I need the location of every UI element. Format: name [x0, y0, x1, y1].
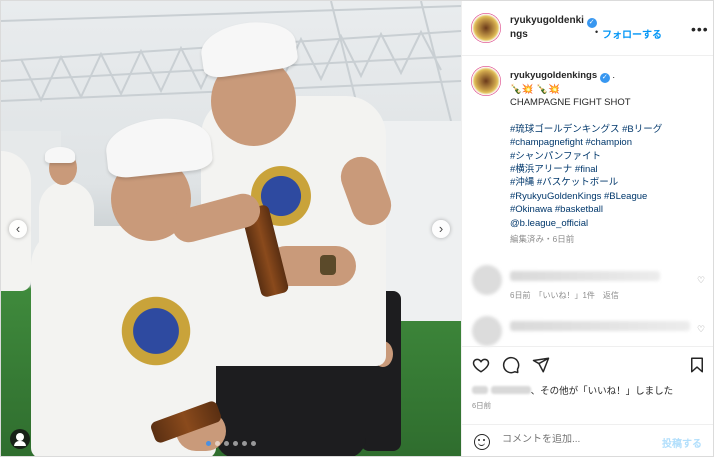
hashtag-line[interactable]: #沖縄 #バスケットボール — [510, 176, 710, 189]
caption-username[interactable]: ryukyugoldenkings — [510, 70, 597, 81]
caption-dot: . — [612, 70, 616, 81]
bookmark-icon[interactable] — [688, 356, 706, 374]
caption-meta: 編集済み・6日前 — [510, 234, 575, 245]
post-actions: 、その他が「いいね！」しました 6日前 — [462, 346, 713, 436]
likes-summary[interactable]: 、その他が「いいね！」しました — [472, 383, 673, 397]
avatar[interactable] — [471, 13, 501, 43]
hashtag-line[interactable]: #RyukyuGoldenKings #BLeague — [510, 190, 710, 203]
likes-text: 、その他が「いいね！」しました — [530, 386, 674, 397]
heart-icon[interactable] — [472, 356, 490, 374]
post-side-panel: ryukyugoldenki ✓ ngs • フォローする ••• ryukyu… — [461, 1, 713, 456]
carousel-indicator — [206, 441, 256, 446]
carousel-dot — [215, 441, 220, 446]
liker-avatar-blurred — [472, 386, 488, 394]
comment-text-blurred — [510, 321, 690, 331]
comment-avatar[interactable] — [472, 316, 502, 346]
comment-meta[interactable]: 6日前 「いいね！」1件 返信 — [510, 290, 619, 301]
liker-name-blurred — [490, 386, 531, 394]
post-photo[interactable]: ‹ › — [1, 1, 461, 456]
username-line1: ryukyugoldenki — [510, 15, 584, 26]
send-icon[interactable] — [532, 356, 550, 374]
hashtag-line[interactable]: #champagnefight #champion — [510, 136, 710, 149]
post-header: ryukyugoldenki ✓ ngs • フォローする ••• — [462, 1, 713, 56]
follow-button[interactable]: フォローする — [602, 26, 662, 41]
emoji-icon[interactable] — [474, 434, 490, 450]
username-line2: ngs — [510, 29, 528, 40]
mention-link[interactable]: @b.league_official — [510, 217, 710, 230]
comment-icon[interactable] — [502, 356, 520, 374]
instagram-post-embed: ‹ › ryukyugoldenki ✓ ngs • フォローする ••• ry… — [0, 0, 714, 457]
carousel-dot — [224, 441, 229, 446]
more-options-icon[interactable]: ••• — [691, 21, 709, 37]
comment-like-icon[interactable]: ♡ — [697, 275, 705, 286]
hashtag-line[interactable]: #Okinawa #basketball — [510, 203, 710, 216]
caption-avatar[interactable] — [471, 66, 501, 96]
comment-like-icon[interactable]: ♡ — [697, 324, 705, 335]
add-comment-bar: 投稿する — [462, 424, 713, 456]
hashtag-line[interactable]: #シャンパンファイト — [510, 150, 710, 163]
post-caption: ryukyugoldenkings ✓ . 🍾💥 🍾💥 CHAMPAGNE FI… — [510, 69, 710, 246]
wristwatch — [320, 255, 336, 275]
carousel-dot — [233, 441, 238, 446]
caption-username-row: ryukyugoldenkings ✓ . — [510, 69, 710, 83]
caption-title: CHAMPAGNE FIGHT SHOT — [510, 97, 631, 109]
user-tags-icon[interactable] — [10, 429, 30, 449]
comment-avatar[interactable] — [472, 265, 502, 295]
header-username[interactable]: ryukyugoldenki ✓ ngs — [510, 14, 597, 41]
post-date[interactable]: 6日前 — [472, 400, 491, 411]
carousel-prev-button[interactable]: ‹ — [9, 220, 27, 238]
post-comment-button[interactable]: 投稿する — [662, 435, 702, 450]
header-bullet: • — [595, 27, 599, 37]
carousel-dot — [206, 441, 211, 446]
comment-text-blurred — [510, 271, 660, 281]
comment-input[interactable] — [502, 434, 652, 445]
carousel-dot — [251, 441, 256, 446]
verified-badge-icon: ✓ — [599, 73, 610, 83]
hashtag-line[interactable]: #琉球ゴールデンキングス #Bリーグ — [510, 123, 710, 136]
caption-emoji: 🍾💥 🍾💥 — [510, 84, 560, 95]
carousel-dot — [242, 441, 247, 446]
carousel-next-button[interactable]: › — [432, 220, 450, 238]
hashtag-line[interactable]: #横浜アリーナ #final — [510, 163, 710, 176]
